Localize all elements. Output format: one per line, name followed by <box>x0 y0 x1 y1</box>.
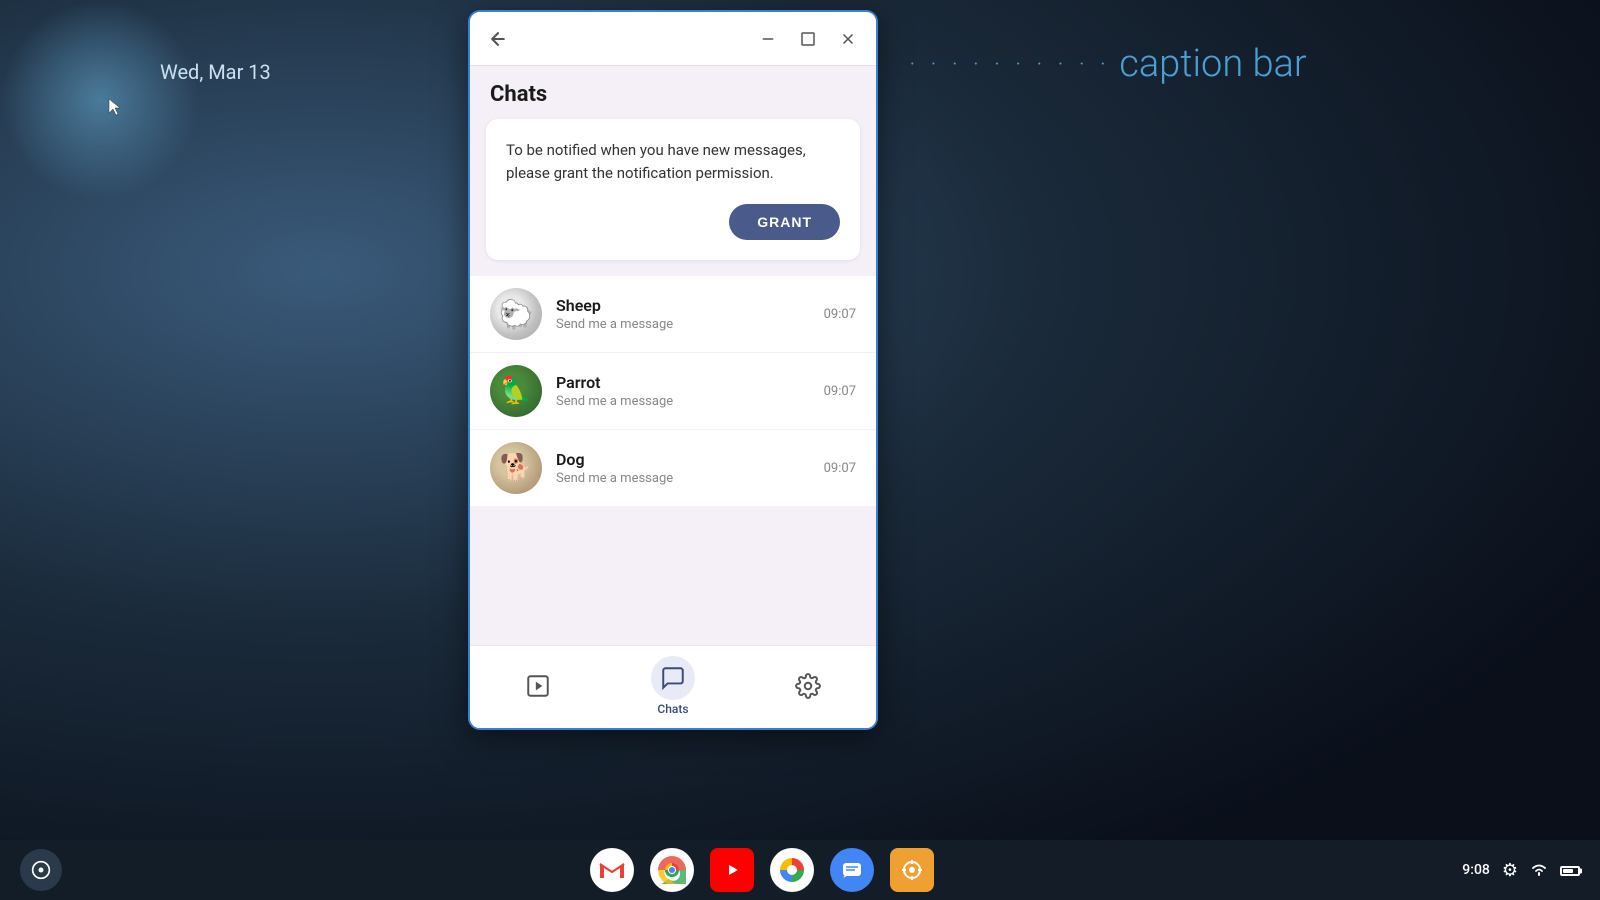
grant-button-row: GRANT <box>506 204 840 240</box>
taskbar-photos[interactable] <box>770 848 814 892</box>
avatar-sheep <box>490 288 542 340</box>
taskbar-right: 9:08 ⚙ <box>1462 860 1580 881</box>
chat-preview-dog: Send me a message <box>556 471 810 486</box>
date-display: Wed, Mar 13 <box>160 60 271 84</box>
notification-text: To be notified when you have new message… <box>506 139 840 184</box>
back-button[interactable] <box>482 23 514 55</box>
taskbar-gmail[interactable] <box>590 848 634 892</box>
minimize-button[interactable] <box>752 23 784 55</box>
caption-bar-annotation: · · · · · · · · · · caption bar <box>910 42 1307 86</box>
taskbar: 9:08 ⚙ <box>0 840 1600 900</box>
bottom-nav: Chats <box>470 645 876 728</box>
maximize-button[interactable] <box>792 23 824 55</box>
chats-nav-label: Chats <box>657 702 688 716</box>
chat-preview-parrot: Send me a message <box>556 394 810 409</box>
nav-item-stories[interactable] <box>508 664 568 708</box>
chat-time-parrot: 09:07 <box>824 384 856 399</box>
notification-banner: To be notified when you have new message… <box>486 119 860 260</box>
chat-info-sheep: Sheep Send me a message <box>556 296 810 332</box>
nav-item-chats[interactable]: Chats <box>643 656 703 716</box>
chat-item-dog[interactable]: Dog Send me a message 09:07 <box>470 430 876 506</box>
launcher-button[interactable] <box>20 849 62 891</box>
mouse-cursor <box>107 97 123 121</box>
caption-bar-label: caption bar <box>1119 42 1307 86</box>
app-window: Chats To be notified when you have new m… <box>468 10 878 730</box>
taskbar-youtube[interactable] <box>710 848 754 892</box>
avatar-parrot <box>490 365 542 417</box>
stories-icon <box>516 664 560 708</box>
page-title: Chats <box>470 66 876 119</box>
chats-icon <box>651 656 695 700</box>
chat-item-parrot[interactable]: Parrot Send me a message 09:07 <box>470 353 876 429</box>
taskbar-time: 9:08 <box>1462 862 1490 878</box>
chat-preview-sheep: Send me a message <box>556 317 810 332</box>
chat-info-parrot: Parrot Send me a message <box>556 373 810 409</box>
taskbar-chrome[interactable] <box>650 848 694 892</box>
battery-icon <box>1560 860 1580 881</box>
settings-taskbar-icon[interactable]: ⚙ <box>1502 860 1518 881</box>
chat-list: Sheep Send me a message 09:07 Parrot Sen… <box>470 276 876 645</box>
settings-icon <box>786 664 830 708</box>
taskbar-left <box>20 849 62 891</box>
avatar-dog <box>490 442 542 494</box>
chat-time-dog: 09:07 <box>824 461 856 476</box>
app-content: Chats To be notified when you have new m… <box>470 66 876 728</box>
grant-button[interactable]: GRANT <box>729 204 840 240</box>
chat-name-parrot: Parrot <box>556 373 810 392</box>
nav-item-settings[interactable] <box>778 664 838 708</box>
chat-item-sheep[interactable]: Sheep Send me a message 09:07 <box>470 276 876 352</box>
title-bar <box>470 12 876 66</box>
chat-name-dog: Dog <box>556 450 810 469</box>
taskbar-settings[interactable] <box>890 848 934 892</box>
close-button[interactable] <box>832 23 864 55</box>
chat-time-sheep: 09:07 <box>824 307 856 322</box>
wifi-icon[interactable] <box>1530 860 1548 881</box>
chat-info-dog: Dog Send me a message <box>556 450 810 486</box>
taskbar-messages[interactable] <box>830 848 874 892</box>
chat-name-sheep: Sheep <box>556 296 810 315</box>
caption-bar-dots: · · · · · · · · · · <box>910 54 1111 75</box>
taskbar-apps <box>62 848 1462 892</box>
window-controls <box>752 23 864 55</box>
